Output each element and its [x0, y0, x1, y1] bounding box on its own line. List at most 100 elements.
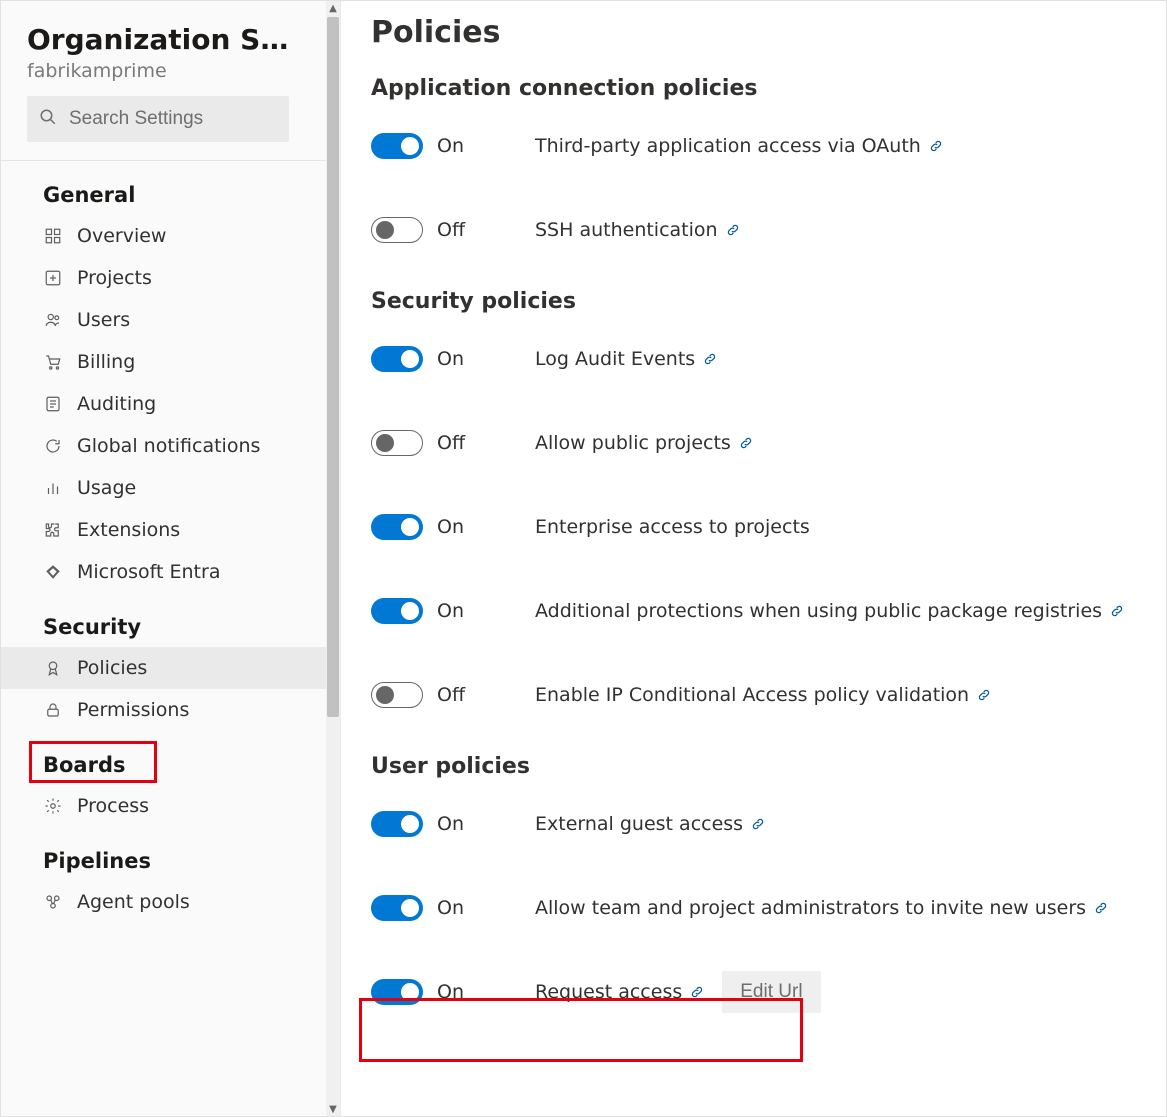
sidebar-item-auditing[interactable]: Auditing	[1, 383, 340, 425]
sidebar-item-usage[interactable]: Usage	[1, 467, 340, 509]
policy-label: Enable IP Conditional Access policy vali…	[535, 684, 969, 706]
pool-icon	[43, 892, 63, 912]
organization-name: fabrikamprime	[27, 60, 314, 82]
toggle-state-label: On	[437, 516, 464, 538]
speech-icon	[43, 436, 63, 456]
sidebar-item-permissions[interactable]: Permissions	[1, 689, 340, 731]
policy-section-heading: User policies	[371, 754, 1146, 779]
sidebar-item-overview[interactable]: Overview	[1, 215, 340, 257]
policy-label: Log Audit Events	[535, 348, 695, 370]
sidebar-item-global-notifications[interactable]: Global notifications	[1, 425, 340, 467]
sidebar-item-label: Permissions	[77, 699, 189, 721]
main-content: Policies Application connection policies…	[341, 1, 1166, 1116]
policy-row-pkg: OnAdditional protections when using publ…	[371, 586, 1146, 636]
policy-row-enterprise: On Enterprise access to projects	[371, 502, 1146, 552]
toggle-audit[interactable]	[371, 346, 423, 372]
plus-box-icon	[43, 268, 63, 288]
sidebar-item-extensions[interactable]: Extensions	[1, 509, 340, 551]
toggle-request[interactable]	[371, 979, 423, 1005]
policy-row-ssh: Off SSH authentication	[371, 205, 1146, 255]
entra-icon	[43, 562, 63, 582]
page-title: Policies	[371, 15, 1146, 50]
sidebar-item-label: Process	[77, 795, 149, 817]
toggle-pkg[interactable]	[371, 598, 423, 624]
policy-row-invite: On Allow team and project administrators …	[371, 883, 1146, 933]
toggle-state-label: On	[437, 897, 464, 919]
gear-small-icon	[43, 796, 63, 816]
sidebar-item-label: Usage	[77, 477, 136, 499]
sidebar-item-users[interactable]: Users	[1, 299, 340, 341]
toggle-state-label: On	[437, 981, 464, 1003]
sidebar-item-policies[interactable]: Policies	[1, 647, 340, 689]
link-icon[interactable]	[726, 223, 740, 237]
link-icon[interactable]	[977, 688, 991, 702]
policy-row-oauth: On Third-party application access via OAu…	[371, 121, 1146, 171]
organization-title: Organization Settin…	[27, 23, 307, 56]
sidebar-item-microsoft-entra[interactable]: Microsoft Entra	[1, 551, 340, 593]
policy-row-request: OnRequest accessEdit Url	[371, 967, 1146, 1017]
search-settings[interactable]	[27, 96, 289, 142]
policy-section-heading: Security policies	[371, 289, 1146, 314]
toggle-guest[interactable]	[371, 811, 423, 837]
sidebar-item-agent-pools[interactable]: Agent pools	[1, 881, 340, 923]
sidebar-item-label: Agent pools	[77, 891, 190, 913]
users-icon	[43, 310, 63, 330]
policy-label: Allow team and project administrators to…	[535, 897, 1086, 919]
toggle-state-label: Off	[437, 219, 465, 241]
policy-label: Third-party application access via OAuth	[535, 135, 921, 157]
link-icon[interactable]	[1094, 901, 1108, 915]
sidebar-item-label: Auditing	[77, 393, 156, 415]
search-icon	[39, 108, 57, 130]
search-input[interactable]	[67, 107, 316, 131]
bar-chart-icon	[43, 478, 63, 498]
policy-label: Additional protections when using public…	[535, 600, 1102, 622]
link-icon[interactable]	[751, 817, 765, 831]
nav-section-heading: General	[1, 161, 340, 215]
link-icon[interactable]	[739, 436, 753, 450]
nav-section-heading: Pipelines	[1, 827, 340, 881]
policy-label: External guest access	[535, 813, 743, 835]
toggle-state-label: On	[437, 135, 464, 157]
policy-row-ipca: OffEnable IP Conditional Access policy v…	[371, 670, 1146, 720]
toggle-public[interactable]	[371, 430, 423, 456]
policy-row-public: Off Allow public projects	[371, 418, 1146, 468]
sidebar-item-label: Billing	[77, 351, 135, 373]
sidebar-item-process[interactable]: Process	[1, 785, 340, 827]
policy-label: SSH authentication	[535, 219, 718, 241]
sidebar-item-label: Projects	[77, 267, 152, 289]
toggle-state-label: On	[437, 348, 464, 370]
nav-section-heading: Boards	[1, 731, 340, 785]
scroll-down-icon[interactable]: ▼	[326, 1102, 340, 1116]
toggle-ipca[interactable]	[371, 682, 423, 708]
ribbon-icon	[43, 658, 63, 678]
puzzle-icon	[43, 520, 63, 540]
cart-icon	[43, 352, 63, 372]
sidebar-item-label: Microsoft Entra	[77, 561, 220, 583]
policy-label: Enterprise access to projects	[535, 516, 810, 538]
sidebar-item-label: Users	[77, 309, 130, 331]
link-icon[interactable]	[690, 985, 704, 999]
scroll-up-icon[interactable]: ▲	[326, 1, 340, 15]
policy-row-audit: On Log Audit Events	[371, 334, 1146, 384]
scrollbar-thumb[interactable]	[327, 17, 339, 717]
link-icon[interactable]	[1110, 604, 1124, 618]
toggle-enterprise[interactable]	[371, 514, 423, 540]
list-icon	[43, 394, 63, 414]
sidebar-item-label: Extensions	[77, 519, 180, 541]
link-icon[interactable]	[703, 352, 717, 366]
sidebar-item-billing[interactable]: Billing	[1, 341, 340, 383]
toggle-ssh[interactable]	[371, 217, 423, 243]
policy-section-heading: Application connection policies	[371, 76, 1146, 101]
link-icon[interactable]	[929, 139, 943, 153]
toggle-state-label: Off	[437, 432, 465, 454]
sidebar-scrollbar[interactable]: ▲ ▼	[326, 1, 340, 1116]
policy-row-guest: OnExternal guest access	[371, 799, 1146, 849]
sidebar-item-projects[interactable]: Projects	[1, 257, 340, 299]
sidebar-item-label: Overview	[77, 225, 166, 247]
sidebar-item-label: Global notifications	[77, 435, 260, 457]
edit-url-button[interactable]: Edit Url	[722, 971, 820, 1013]
policy-label: Allow public projects	[535, 432, 731, 454]
toggle-oauth[interactable]	[371, 133, 423, 159]
toggle-invite[interactable]	[371, 895, 423, 921]
lock-icon	[43, 700, 63, 720]
